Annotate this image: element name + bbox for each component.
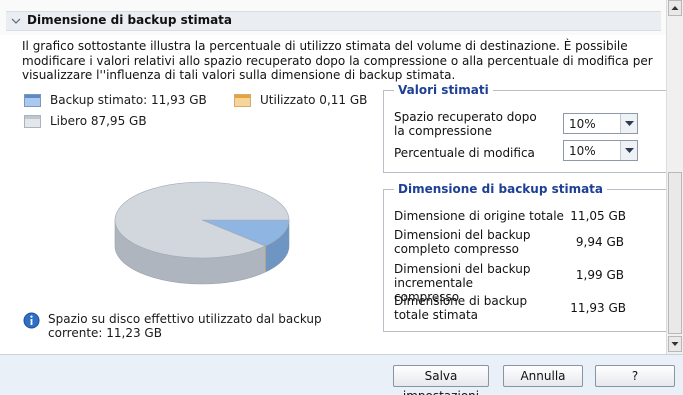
change-value: 10% (569, 144, 596, 158)
legend-backup-label: Backup stimato: 11,93 GB (50, 93, 207, 107)
info-text: Spazio su disco effettivo utilizzato dal… (48, 312, 322, 340)
valori-stimati-group: Valori stimati Spazio recuperato dopo la… (383, 83, 668, 173)
scroll-down-button[interactable] (668, 336, 682, 352)
valori-stimati-title: Valori stimati (394, 83, 493, 97)
legend-swatch-free (24, 114, 41, 128)
vertical-scrollbar[interactable] (666, 0, 683, 354)
row-full-label: Dimensioni del backup completo compresso (394, 228, 531, 256)
compression-select[interactable]: 10% (563, 113, 638, 134)
dimensione-group: Dimensione di backup stimata Dimensione … (383, 182, 668, 332)
chevron-down-icon (625, 148, 634, 153)
cancel-button[interactable]: Annulla (503, 365, 583, 387)
scrollbar-thumb[interactable] (668, 172, 682, 334)
info-icon (23, 312, 40, 329)
legend-backup: Backup stimato: 11,93 GB (24, 93, 207, 107)
row-total-value: 11,93 GB (570, 301, 626, 315)
scroll-down-icon (671, 342, 679, 346)
legend-swatch-used (234, 93, 251, 107)
backup-size-panel: Dimensione di backup stimata Il grafico … (0, 0, 683, 395)
section-title: Dimensione di backup stimata (27, 13, 233, 27)
legend-swatch-backup (24, 93, 41, 107)
description-text: Il grafico sottostante illustra la perce… (22, 39, 653, 82)
usage-pie-chart (114, 181, 290, 285)
row-incr-value: 1,99 GB (575, 268, 624, 282)
change-select[interactable]: 10% (563, 140, 638, 161)
pie-slice-free (114, 181, 290, 259)
compression-dropdown-button[interactable] (620, 114, 637, 133)
row-origin-label: Dimensione di origine totale (394, 209, 564, 223)
legend-used-label: Utilizzato 0,11 GB (260, 93, 368, 107)
section-header[interactable]: Dimensione di backup stimata (0, 0, 666, 35)
row-origin-value: 11,05 GB (570, 209, 626, 223)
help-button[interactable]: ? (595, 365, 675, 387)
row-total-label: Dimensione di backup totale stimata (394, 294, 528, 322)
change-dropdown-button[interactable] (620, 141, 637, 160)
chevron-down-icon[interactable] (11, 16, 21, 26)
footer-bar: Salva impostazioni Annulla ? (0, 354, 683, 395)
change-label: Percentuale di modifica (394, 146, 535, 160)
legend-used: Utilizzato 0,11 GB (234, 93, 367, 107)
chevron-down-icon (625, 121, 634, 126)
scroll-up-button[interactable] (668, 0, 682, 16)
info-row: Spazio su disco effettivo utilizzato dal… (23, 312, 358, 340)
compression-value: 10% (569, 117, 596, 131)
dimensione-title: Dimensione di backup stimata (394, 182, 608, 196)
legend-free-label: Libero 87,95 GB (50, 114, 147, 128)
row-full-value: 9,94 GB (575, 235, 624, 249)
compression-label: Spazio recuperato dopo la compressione (394, 110, 537, 138)
legend-free: Libero 87,95 GB (24, 114, 147, 128)
save-settings-button[interactable]: Salva impostazioni (393, 365, 489, 395)
scroll-up-icon (671, 6, 679, 10)
